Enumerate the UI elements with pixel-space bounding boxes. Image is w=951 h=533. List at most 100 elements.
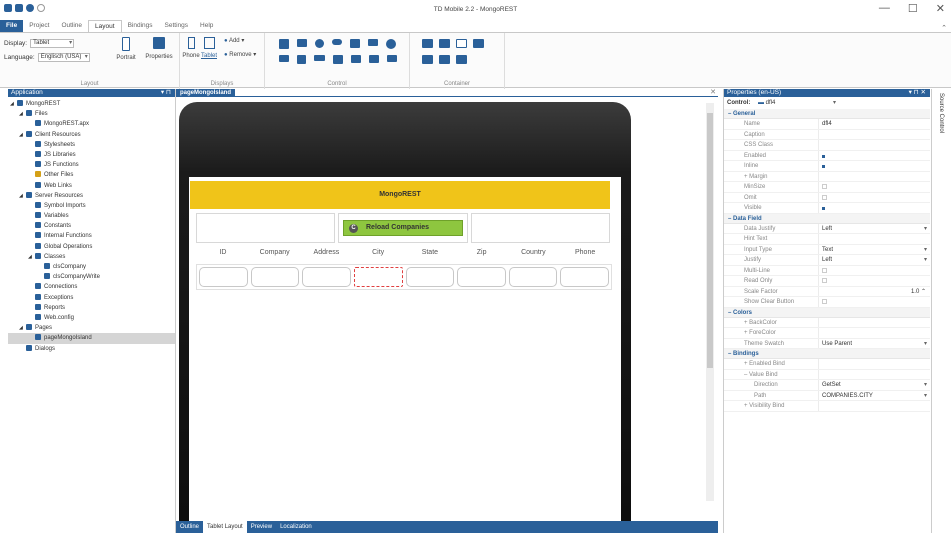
minimize-button[interactable]: —	[879, 2, 890, 15]
slider-control-icon[interactable]	[350, 39, 360, 48]
collapse-ribbon-icon[interactable]: ⌃	[941, 24, 947, 32]
tree-item[interactable]: JS Libraries	[8, 150, 175, 160]
expand-icon[interactable]: ◢	[19, 323, 26, 333]
portrait-button[interactable]: Portrait	[112, 37, 140, 61]
tree-item[interactable]: ◢ Server Resources	[8, 191, 175, 201]
field-state[interactable]	[405, 267, 455, 287]
tree-item[interactable]: JS Functions	[8, 160, 175, 170]
progress-control-icon[interactable]	[314, 55, 325, 61]
tree-item[interactable]: Global Operations	[8, 242, 175, 252]
field-phone[interactable]	[560, 267, 609, 287]
property-value[interactable]	[818, 276, 930, 286]
source-control-panel[interactable]: Source Control	[931, 89, 951, 533]
tab-outline[interactable]: Outline	[55, 20, 88, 32]
field-company[interactable]	[250, 267, 300, 287]
properties-button[interactable]: Properties	[142, 37, 176, 60]
tab-file[interactable]: File	[0, 20, 24, 32]
tablet-button[interactable]: Tablet	[200, 37, 218, 59]
list-control-icon[interactable]	[279, 55, 289, 62]
display-select[interactable]: Tablet	[30, 39, 75, 48]
tree-item[interactable]: Exceptions	[8, 293, 175, 303]
tab-help[interactable]: Help	[194, 20, 219, 32]
field-city[interactable]	[353, 267, 403, 287]
property-value[interactable]	[818, 129, 930, 139]
tab-localization[interactable]: Localization	[276, 521, 316, 533]
tree-item[interactable]: Stylesheets	[8, 140, 175, 150]
grid-container-icon[interactable]	[439, 39, 450, 48]
property-value[interactable]: COMPANIES.CITY	[818, 390, 930, 400]
tab-layout[interactable]: Layout	[88, 20, 122, 32]
tab-page-mongo-island[interactable]: pageMongoIsland	[176, 89, 235, 97]
tab-bindings[interactable]: Bindings	[122, 20, 159, 32]
label-control-icon[interactable]	[279, 39, 289, 49]
checkbox[interactable]	[822, 207, 825, 210]
checkbox[interactable]	[822, 194, 827, 200]
link-control-icon[interactable]	[351, 55, 361, 63]
tab-container-icon[interactable]	[456, 55, 467, 64]
property-category[interactable]: – General	[724, 109, 930, 119]
tab-tablet-layout[interactable]: Tablet Layout	[203, 521, 247, 533]
tree-item[interactable]: Other Files	[8, 170, 175, 180]
tree-item[interactable]: clsCompanyWrite	[8, 272, 175, 282]
property-value[interactable]	[818, 140, 930, 150]
property-value[interactable]	[818, 150, 930, 160]
textbox-control-icon[interactable]	[297, 39, 307, 47]
property-value[interactable]	[818, 192, 930, 202]
property-value[interactable]: Left	[818, 255, 930, 265]
property-value[interactable]: GetSet	[818, 380, 930, 390]
tree-item[interactable]: ◢ Client Resources	[8, 130, 175, 140]
maximize-button[interactable]: ☐	[908, 2, 918, 15]
property-value[interactable]: Use Parent	[818, 338, 930, 348]
toggle-control-icon[interactable]	[332, 39, 342, 45]
property-value[interactable]	[818, 401, 930, 411]
property-value[interactable]	[818, 182, 930, 192]
tree-item[interactable]: Dialogs	[8, 344, 175, 354]
property-category[interactable]: – Bindings	[724, 349, 930, 359]
tree-item[interactable]: ◢ Files	[8, 109, 175, 119]
property-value[interactable]	[818, 234, 930, 244]
property-value[interactable]	[818, 297, 930, 307]
property-value[interactable]: Text	[818, 244, 930, 254]
property-value[interactable]: Left	[818, 223, 930, 233]
center-container[interactable]: C Reload Companies	[338, 213, 468, 243]
close-document-icon[interactable]: ✕	[710, 88, 716, 96]
property-value[interactable]: dfl4	[818, 119, 930, 129]
checkbox[interactable]	[822, 184, 827, 189]
expand-icon[interactable]: ◢	[28, 252, 35, 262]
property-value[interactable]	[818, 203, 930, 213]
tree-item[interactable]: ◢ Classes	[8, 252, 175, 262]
tree-item[interactable]: Web Links	[8, 181, 175, 191]
tree-item[interactable]: Reports	[8, 303, 175, 313]
frame-container-icon[interactable]	[473, 39, 484, 48]
checkbox[interactable]	[822, 299, 827, 304]
globe-control-icon[interactable]	[386, 39, 396, 49]
tree-item[interactable]: Connections	[8, 282, 175, 292]
tab-preview[interactable]: Preview	[247, 521, 276, 533]
left-container[interactable]	[196, 213, 335, 243]
language-select[interactable]: Englisch (USA)	[37, 53, 90, 62]
date-control-icon[interactable]	[333, 55, 343, 64]
property-category[interactable]: – Data Field	[724, 213, 930, 224]
table-container-icon[interactable]	[422, 39, 433, 48]
tree-item[interactable]: MongoREST.apx	[8, 119, 175, 129]
image-control-icon[interactable]	[369, 55, 379, 63]
property-value[interactable]	[818, 369, 930, 379]
panel-controls-icon[interactable]: ▾ ⊓ ✕	[909, 89, 926, 97]
tab-settings[interactable]: Settings	[159, 20, 195, 32]
remove-display-button[interactable]: ● Remove ▾	[224, 51, 256, 58]
property-value[interactable]: 1.0 ⌃	[818, 286, 930, 296]
field-id[interactable]	[199, 267, 248, 287]
tree-item[interactable]: clsCompany	[8, 262, 175, 272]
checkbox[interactable]	[822, 165, 825, 168]
property-value[interactable]	[818, 328, 930, 338]
radio-control-icon[interactable]	[315, 39, 324, 48]
columns-container-icon[interactable]	[422, 55, 433, 64]
right-container[interactable]	[471, 213, 610, 243]
expand-icon[interactable]: ◢	[19, 130, 26, 140]
field-zip[interactable]	[457, 267, 506, 287]
tree-item[interactable]: ◢ MongoREST	[8, 99, 175, 109]
tree-item[interactable]: Internal Functions	[8, 231, 175, 241]
property-value[interactable]	[818, 317, 930, 327]
tree-item[interactable]: Constants	[8, 221, 175, 231]
panel-container-icon[interactable]	[456, 39, 467, 48]
